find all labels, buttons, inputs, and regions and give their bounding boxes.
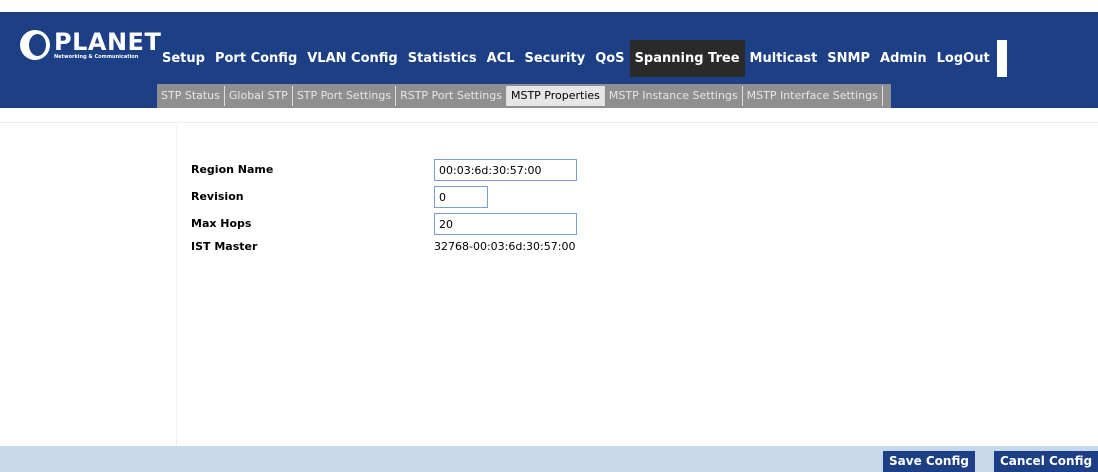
logo-tagline: Networking & Communication: [54, 53, 139, 60]
nav-vlan-config[interactable]: VLAN Config: [302, 40, 402, 77]
max-hops-input[interactable]: [434, 213, 577, 235]
nav-statistics[interactable]: Statistics: [403, 40, 482, 77]
nav-port-config[interactable]: Port Config: [210, 40, 302, 77]
planet-logo[interactable]: PLANET Networking & Communication: [20, 26, 161, 64]
save-config-button[interactable]: Save Config: [883, 451, 975, 472]
subnav-stp-status[interactable]: STP Status: [157, 86, 225, 106]
nav-admin[interactable]: Admin: [875, 40, 932, 77]
nav-acl[interactable]: ACL: [482, 40, 520, 77]
region-name-label: Region Name: [191, 163, 274, 176]
content-divider: [0, 122, 1098, 123]
subnav-mstp-properties[interactable]: MSTP Properties: [506, 86, 605, 106]
nav-security[interactable]: Security: [520, 40, 591, 77]
ist-master-label: IST Master: [191, 240, 258, 253]
subnav-mstp-instance-settings[interactable]: MSTP Instance Settings: [605, 86, 743, 106]
max-hops-label: Max Hops: [191, 217, 252, 230]
logo-brand: PLANET: [54, 27, 162, 56]
ist-master-value: 32768-00:03:6d:30:57:00: [434, 240, 576, 253]
nav-logout[interactable]: LogOut: [932, 40, 995, 77]
subnav-mstp-interface-settings[interactable]: MSTP Interface Settings: [743, 86, 883, 106]
subnav-stp-port-settings[interactable]: STP Port Settings: [293, 86, 397, 106]
nav-qos[interactable]: QoS: [590, 40, 629, 77]
nav-spanning-tree[interactable]: Spanning Tree: [629, 40, 745, 77]
subnav-rstp-port-settings[interactable]: RSTP Port Settings: [396, 86, 507, 106]
nav-multicast[interactable]: Multicast: [745, 40, 823, 77]
subnav-global-stp[interactable]: Global STP: [225, 86, 293, 106]
page-top-strip: [0, 0, 1098, 12]
planet-logo-icon: [20, 30, 50, 60]
nav-snmp[interactable]: SNMP: [822, 40, 875, 77]
main-nav: Setup Port Config VLAN Config Statistics…: [157, 40, 1007, 77]
revision-input[interactable]: [434, 186, 488, 208]
sub-nav: STP Status Global STP STP Port Settings …: [157, 84, 891, 108]
revision-label: Revision: [191, 190, 244, 203]
nav-divider: [996, 40, 1007, 77]
region-name-input[interactable]: [434, 159, 577, 181]
content-left-border: [176, 126, 177, 446]
nav-setup[interactable]: Setup: [157, 40, 210, 77]
cancel-config-button[interactable]: Cancel Config: [994, 451, 1098, 472]
